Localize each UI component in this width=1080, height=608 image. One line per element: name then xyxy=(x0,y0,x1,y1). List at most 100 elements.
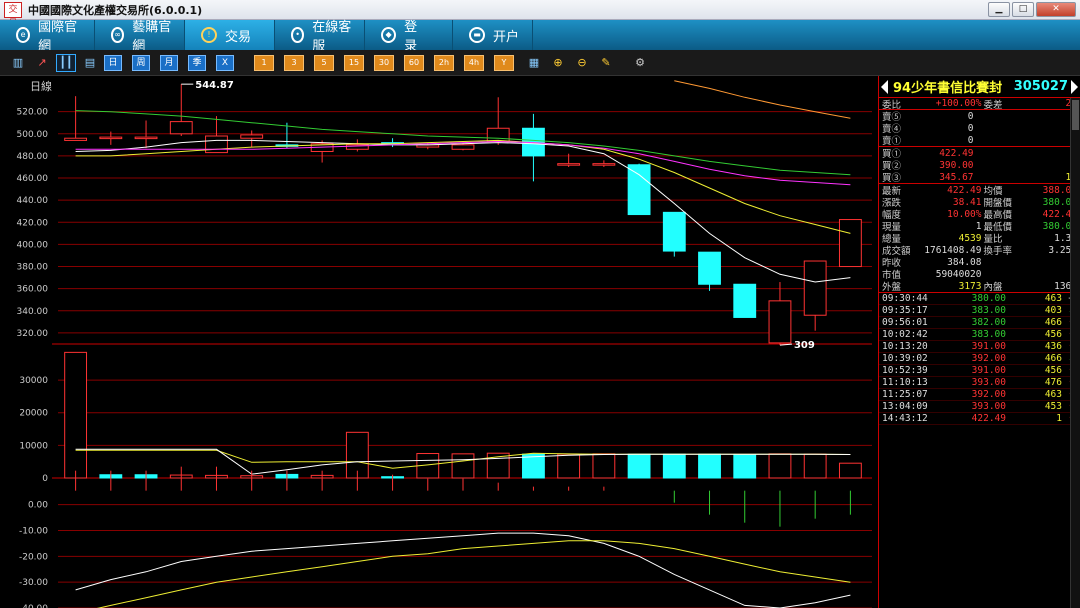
tick-row: 13:04:09393.00453↑ xyxy=(879,401,1080,413)
period-label: 日線 xyxy=(30,80,52,93)
period-1m-button[interactable]: 1 xyxy=(254,54,274,71)
nav-login[interactable]: ◆ 登 录 xyxy=(365,20,453,54)
tick-time: 10:39:02 xyxy=(882,353,928,364)
bid-price: 390.00 xyxy=(939,159,974,171)
period-x-button[interactable]: X xyxy=(216,54,234,71)
tick-volume: 463 xyxy=(1044,293,1062,304)
period-year-button[interactable]: Y xyxy=(494,54,514,71)
y-tick-label: 20000 xyxy=(19,409,48,419)
next-product-icon[interactable] xyxy=(1071,80,1078,94)
tick-price: 422.49 xyxy=(971,413,1006,424)
table-icon[interactable]: ▦ xyxy=(524,54,544,72)
maximize-button[interactable]: □ xyxy=(1012,2,1034,17)
ask-price: 0 xyxy=(967,110,974,122)
prev-product-icon[interactable] xyxy=(881,80,888,94)
period-15m-button[interactable]: 15 xyxy=(344,54,364,71)
calendar-icon[interactable]: ▤ xyxy=(80,54,100,72)
y-tick-label: -20.00 xyxy=(19,552,48,562)
nav-trade[interactable]: ! 交易 xyxy=(185,20,275,50)
high-annotation: 544.87 xyxy=(195,80,234,91)
bid-row: 買③ 345.6711 xyxy=(879,171,1080,185)
tick-volume: 466 xyxy=(1044,317,1062,328)
nav-label: 藝購官網 xyxy=(132,20,172,54)
main-nav: e 國際官網 ∞ 藝購官網 ! 交易 • 在線客服 ◆ 登 录 ▬ 开户 xyxy=(0,20,1080,54)
zoom-in-icon[interactable]: ⊕ xyxy=(548,54,568,72)
indicator-line xyxy=(96,540,851,608)
scrollbar[interactable] xyxy=(1070,98,1080,608)
stat-value: 1.32 xyxy=(1054,232,1077,244)
chart-canvas[interactable]: 320.00 340.00 360.00 380.00 400.00 420.00 440.… xyxy=(0,76,878,608)
stat-value: 1 xyxy=(975,220,982,232)
ask-volume: 0 xyxy=(974,111,1077,122)
draw-tool-icon[interactable]: ✎ xyxy=(596,54,616,72)
tick-volume: 436 xyxy=(1044,341,1062,352)
gear-icon[interactable]: ⚙ xyxy=(630,54,650,72)
candle-body xyxy=(451,144,475,150)
scrollbar-thumb[interactable] xyxy=(1072,100,1079,130)
tick-volume: 476 xyxy=(1044,377,1062,388)
stat-value: 4539 xyxy=(958,232,982,244)
stat-value: 388.08 xyxy=(1042,184,1077,196)
nav-label: 登 录 xyxy=(404,20,431,54)
nav-official-site[interactable]: e 國際官網 xyxy=(0,20,95,54)
candle-body xyxy=(733,283,757,318)
stat-value: 38.41 xyxy=(952,196,982,208)
bid-row: 買①422.499 xyxy=(879,147,1080,161)
tick-volume: 1 xyxy=(1056,413,1062,424)
period-4h-button[interactable]: 4h xyxy=(464,54,484,71)
moving-average-line xyxy=(75,139,851,283)
period-2h-button[interactable]: 2h xyxy=(434,54,454,71)
nav-online-support[interactable]: • 在線客服 xyxy=(275,20,365,54)
ask-row: 賣⑤00 xyxy=(879,110,1080,124)
volume-bar xyxy=(451,453,475,479)
tick-row: 10:13:20391.00436↑ xyxy=(879,341,1080,353)
tick-time: 09:56:01 xyxy=(882,317,928,328)
bid-volume: 11 xyxy=(974,172,1077,183)
tick-row: 09:56:01382.00466↑ xyxy=(879,317,1080,329)
tick-time: 10:52:39 xyxy=(882,365,928,376)
stat-row: 外盤 3173 內盤 1366 xyxy=(879,280,1080,294)
kline-chart[interactable]: 320.00 340.00 360.00 380.00 400.00 420.00 440.… xyxy=(0,76,878,608)
tick-time: 09:30:44 xyxy=(882,293,928,304)
nav-label: 交易 xyxy=(225,29,252,45)
app-logo-icon: 交易 xyxy=(4,1,22,29)
y-tick-label: -40.00 xyxy=(19,604,48,608)
chart-toolbar: ▥ ↗ ┃┃ ▤ 日 周 月 季 X 1 3 5 15 30 60 2h 4h … xyxy=(0,50,1080,76)
period-month-button[interactable]: 月 xyxy=(160,54,178,71)
zoom-out-icon[interactable]: ⊖ xyxy=(572,54,592,72)
period-30m-button[interactable]: 30 xyxy=(374,54,394,71)
bid-price: 422.49 xyxy=(939,147,974,159)
candlestick-icon[interactable]: ┃┃ xyxy=(56,53,76,72)
tick-price: 391.00 xyxy=(971,365,1006,376)
period-60m-button[interactable]: 60 xyxy=(404,54,424,71)
tick-volume: 403 xyxy=(1044,305,1062,316)
close-button[interactable]: ✕ xyxy=(1036,2,1076,17)
bar-chart-icon[interactable]: ▥ xyxy=(8,54,28,72)
tick-price: 383.00 xyxy=(971,329,1006,340)
y-tick-label: -10.00 xyxy=(19,527,48,537)
stat-value: 422.49 xyxy=(947,184,982,196)
tick-row: 09:35:17383.00403↓ xyxy=(879,305,1080,317)
volume-bar xyxy=(803,453,827,479)
candle-body xyxy=(698,251,721,285)
bid-price: 345.67 xyxy=(939,171,974,183)
tick-volume: 463 xyxy=(1044,389,1062,400)
nav-art-shop-site[interactable]: ∞ 藝購官網 xyxy=(95,20,185,54)
chat-icon: • xyxy=(291,27,305,43)
tick-time: 14:43:12 xyxy=(882,413,928,424)
period-quarter-button[interactable]: 季 xyxy=(188,54,206,71)
period-3m-button[interactable]: 3 xyxy=(284,54,304,71)
period-day-button[interactable]: 日 xyxy=(104,54,122,71)
candle-body xyxy=(803,260,827,316)
candle-body xyxy=(64,137,88,141)
bid-book: 買①422.499買②390.003買③ 345.6711 xyxy=(879,147,1080,184)
tick-time: 13:04:09 xyxy=(882,401,928,412)
line-chart-icon[interactable]: ↗ xyxy=(32,54,52,72)
nav-open-account[interactable]: ▬ 开户 xyxy=(453,20,533,50)
period-week-button[interactable]: 周 xyxy=(132,54,150,71)
period-5m-button[interactable]: 5 xyxy=(314,54,334,71)
minimize-button[interactable]: ▁ xyxy=(988,2,1010,17)
user-icon: ◆ xyxy=(381,27,397,43)
y-tick-label: 400.00 xyxy=(17,240,49,250)
ask-price: 0 xyxy=(967,122,974,134)
